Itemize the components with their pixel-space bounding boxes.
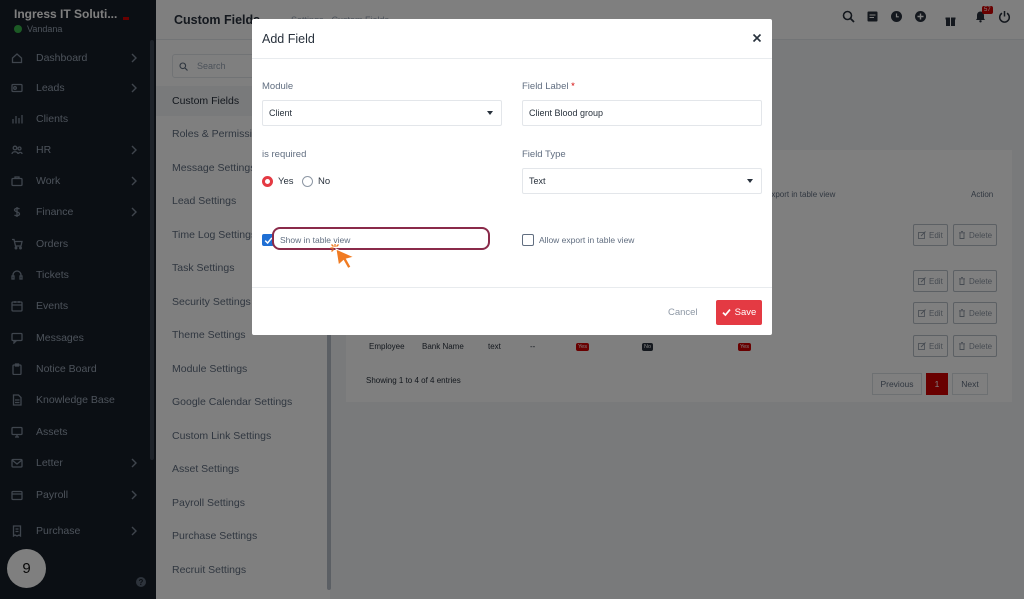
radio-unchecked-icon: [302, 176, 313, 187]
field-type-select[interactable]: Text: [522, 168, 762, 194]
field-type-label: Field Type: [522, 149, 566, 160]
is-required-label: is required: [262, 149, 307, 160]
check-icon: [722, 309, 731, 317]
tutorial-highlight-ring: [272, 227, 490, 250]
caret-down-icon: [747, 179, 753, 183]
field-label-input[interactable]: Client Blood group: [522, 100, 762, 126]
required-yes-radio[interactable]: Yes: [262, 176, 294, 187]
caret-down-icon: [487, 111, 493, 115]
module-select-value: Client: [269, 108, 293, 118]
required-no-radio[interactable]: No: [302, 176, 330, 187]
module-select[interactable]: Client: [262, 100, 502, 126]
modal-title: Add Field: [262, 32, 315, 46]
modal-header: Add Field: [252, 19, 772, 59]
save-button[interactable]: Save: [716, 300, 762, 325]
cancel-button[interactable]: Cancel: [668, 307, 698, 318]
field-label-input-value: Client Blood group: [529, 108, 604, 118]
module-label: Module: [262, 81, 294, 92]
required-no-label: No: [318, 176, 331, 187]
add-field-modal: Add Field Module Client Field Label * Cl…: [252, 19, 772, 335]
radio-checked-icon: [262, 176, 273, 187]
field-label-label: Field Label *: [522, 81, 575, 92]
close-icon[interactable]: [750, 31, 764, 45]
field-label-text: Field Label: [522, 81, 569, 92]
allow-export-checkbox[interactable]: [522, 234, 534, 246]
required-asterisk: *: [571, 81, 575, 92]
allow-export-label[interactable]: Allow export in table view: [539, 235, 634, 245]
field-type-select-value: Text: [529, 176, 546, 186]
modal-footer-divider: [252, 287, 772, 288]
save-label: Save: [734, 307, 757, 318]
pointer-cursor-icon: [330, 244, 356, 270]
required-yes-label: Yes: [278, 176, 294, 187]
